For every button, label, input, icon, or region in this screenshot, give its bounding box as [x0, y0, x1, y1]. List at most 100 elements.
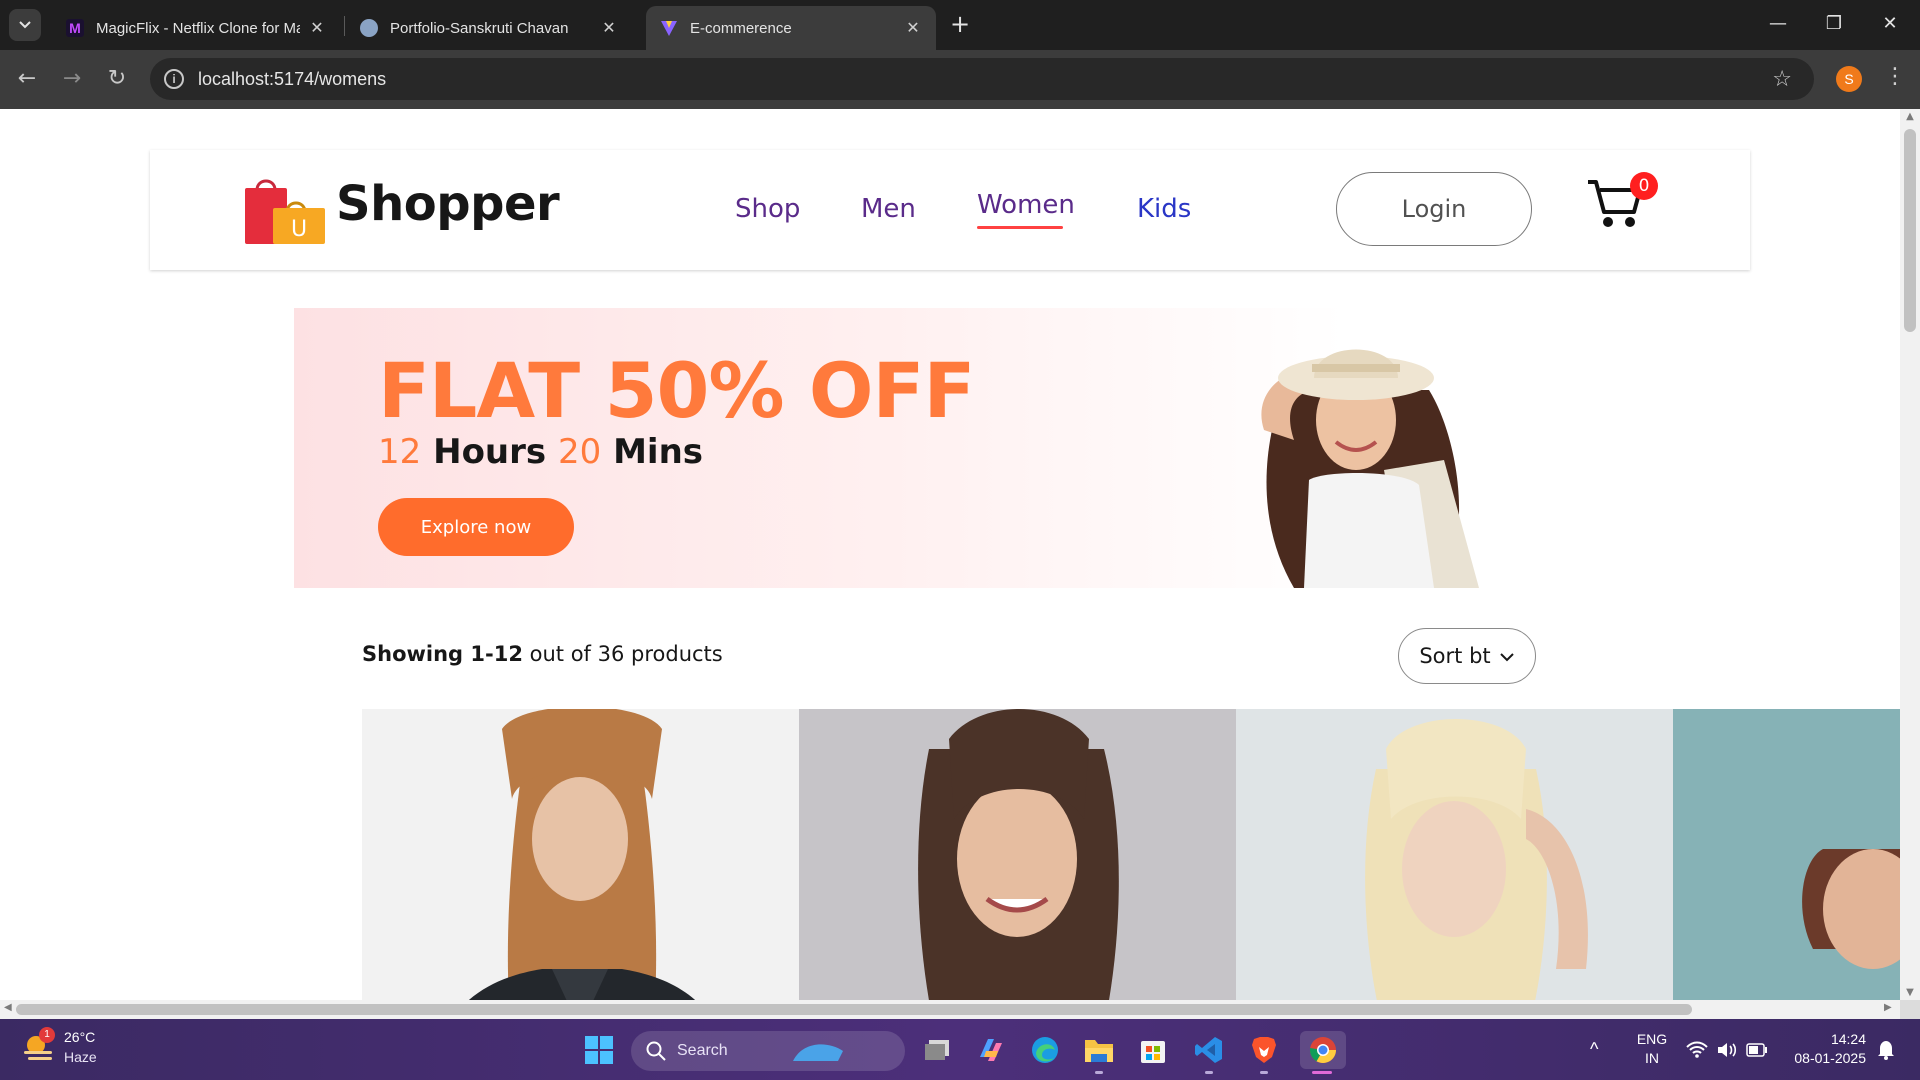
chevron-down-icon	[1499, 647, 1515, 666]
microsoft-store-icon[interactable]	[1134, 1031, 1172, 1069]
windows-start-icon[interactable]	[580, 1031, 618, 1069]
language-indicator[interactable]: ENG	[1634, 1031, 1670, 1047]
menu-kebab-icon[interactable]: ⋮	[1884, 64, 1906, 89]
running-indicator	[1095, 1071, 1103, 1074]
search-icon	[646, 1041, 666, 1061]
running-indicator	[1205, 1071, 1213, 1074]
tab-search-button[interactable]	[9, 9, 41, 41]
address-bar[interactable]: i localhost:5174/womens ☆	[150, 58, 1814, 100]
countdown-mins: 20	[557, 432, 602, 472]
sort-label: Sort bt	[1419, 644, 1491, 668]
notification-bell-icon[interactable]	[1876, 1039, 1896, 1061]
product-card-image[interactable]	[1673, 709, 1900, 1000]
windows-taskbar: 1 26°C Haze Search ^ ENG IN 14:24 08-01-…	[0, 1019, 1920, 1080]
vertical-scrollbar[interactable]: ▲ ▼	[1900, 109, 1920, 1000]
site-info-icon[interactable]: i	[164, 69, 184, 89]
banner-countdown: 12 Hours 20 Mins	[378, 432, 703, 472]
url-text[interactable]: localhost:5174/womens	[198, 69, 386, 90]
volume-icon[interactable]	[1716, 1041, 1738, 1059]
file-explorer-icon[interactable]	[1080, 1031, 1118, 1069]
showing-count: Showing 1-12 out of 36 products	[362, 642, 723, 666]
page-viewport: U Shopper Shop Men Women Kids Login 0 FL…	[0, 109, 1900, 1000]
weather-badge: 1	[39, 1027, 55, 1043]
cart-count-badge: 0	[1630, 172, 1658, 200]
tab-title: E-commerence	[690, 19, 792, 37]
wifi-icon[interactable]	[1686, 1041, 1708, 1059]
language-region[interactable]: IN	[1634, 1050, 1670, 1066]
portfolio-favicon-icon	[360, 19, 378, 37]
countdown-hours-label: Hours	[433, 432, 547, 472]
product-card-image[interactable]	[799, 709, 1236, 1000]
browser-toolbar: ← → ↻ i localhost:5174/womens ☆ S ⋮	[0, 50, 1920, 109]
close-tab-icon[interactable]: ✕	[308, 18, 326, 38]
countdown-mins-label: Mins	[613, 432, 704, 472]
tab-separator	[344, 16, 345, 36]
nav-shop[interactable]: Shop	[735, 194, 800, 224]
vertical-scroll-thumb[interactable]	[1904, 129, 1916, 332]
tab-magicflix[interactable]: M MagicFlix - Netflix Clone for Ma ✕	[52, 6, 340, 50]
offer-banner: FLAT 50% OFF 12 Hours 20 Mins Explore no…	[294, 308, 1608, 588]
product-card-image[interactable]	[1236, 709, 1673, 1000]
vite-favicon-icon	[660, 19, 678, 37]
restore-icon[interactable]: ❐	[1822, 12, 1846, 36]
clock-date[interactable]: 08-01-2025	[1782, 1050, 1866, 1066]
edge-browser-icon[interactable]	[1026, 1031, 1064, 1069]
brave-browser-icon[interactable]	[1245, 1031, 1283, 1069]
search-highlight-icon	[792, 1044, 843, 1061]
scroll-up-arrow-icon[interactable]: ▲	[1900, 111, 1920, 122]
svg-text:U: U	[291, 217, 307, 242]
scroll-right-arrow-icon[interactable]: ▶	[1884, 1002, 1892, 1013]
tab-ecommerce[interactable]: E-commerence ✕	[646, 6, 936, 50]
shopping-bag-logo-icon: U	[245, 179, 325, 244]
brand-name[interactable]: Shopper	[336, 176, 560, 232]
banner-headline: FLAT 50% OFF	[378, 346, 975, 435]
profile-avatar[interactable]: S	[1836, 66, 1862, 92]
search-placeholder: Search	[677, 1042, 728, 1059]
active-nav-underline	[977, 226, 1063, 229]
product-card-image[interactable]	[362, 709, 799, 1000]
magicflix-favicon-icon: M	[66, 19, 84, 37]
scroll-down-arrow-icon[interactable]: ▼	[1900, 987, 1920, 998]
tab-portfolio[interactable]: Portfolio-Sanskruti Chavan ✕	[346, 6, 632, 50]
task-view-icon[interactable]	[918, 1031, 956, 1069]
vscode-icon[interactable]	[1190, 1031, 1228, 1069]
active-app-indicator	[1312, 1071, 1332, 1074]
tab-title: MagicFlix - Netflix Clone for Ma	[96, 19, 300, 37]
copilot-icon[interactable]	[972, 1031, 1010, 1069]
nav-kids[interactable]: Kids	[1137, 194, 1191, 224]
weather-temperature[interactable]: 26°C	[64, 1029, 95, 1045]
close-tab-icon[interactable]: ✕	[600, 18, 618, 38]
nav-women[interactable]: Women	[977, 190, 1075, 220]
running-indicator	[1260, 1071, 1268, 1074]
sort-dropdown[interactable]: Sort bt	[1398, 628, 1536, 684]
scroll-left-arrow-icon[interactable]: ◀	[4, 1002, 12, 1013]
battery-icon[interactable]	[1746, 1043, 1768, 1057]
reload-icon[interactable]: ↻	[102, 64, 132, 94]
new-tab-button[interactable]: +	[948, 12, 972, 37]
showing-range: Showing 1-12	[362, 642, 523, 666]
close-window-icon[interactable]: ✕	[1878, 12, 1902, 36]
tab-title: Portfolio-Sanskruti Chavan	[390, 19, 569, 37]
weather-description[interactable]: Haze	[64, 1049, 97, 1065]
countdown-hours: 12	[378, 432, 422, 472]
close-tab-icon[interactable]: ✕	[904, 18, 922, 38]
site-navbar: U Shopper Shop Men Women Kids Login 0	[150, 150, 1750, 270]
banner-model-image	[1261, 349, 1479, 588]
chevron-down-icon	[19, 21, 31, 29]
login-button[interactable]: Login	[1336, 172, 1532, 246]
tray-overflow-chevron-icon[interactable]: ^	[1590, 1039, 1598, 1060]
taskbar-search[interactable]: Search	[631, 1031, 905, 1071]
product-grid	[362, 709, 1900, 1000]
horizontal-scrollbar[interactable]: ◀ ▶	[0, 1000, 1900, 1019]
minimize-icon[interactable]: —	[1766, 12, 1790, 36]
nav-men[interactable]: Men	[861, 194, 916, 224]
back-arrow-icon[interactable]: ←	[12, 64, 42, 94]
bookmark-star-icon[interactable]: ☆	[1772, 67, 1792, 92]
clock-time[interactable]: 14:24	[1782, 1031, 1866, 1047]
browser-tabstrip: M MagicFlix - Netflix Clone for Ma ✕ Por…	[0, 0, 1920, 50]
explore-now-button[interactable]: Explore now	[378, 498, 574, 556]
forward-arrow-icon[interactable]: →	[57, 64, 87, 94]
scrollbar-corner	[1900, 1000, 1920, 1019]
horizontal-scroll-thumb[interactable]	[16, 1004, 1692, 1015]
chrome-browser-icon[interactable]	[1300, 1031, 1346, 1069]
